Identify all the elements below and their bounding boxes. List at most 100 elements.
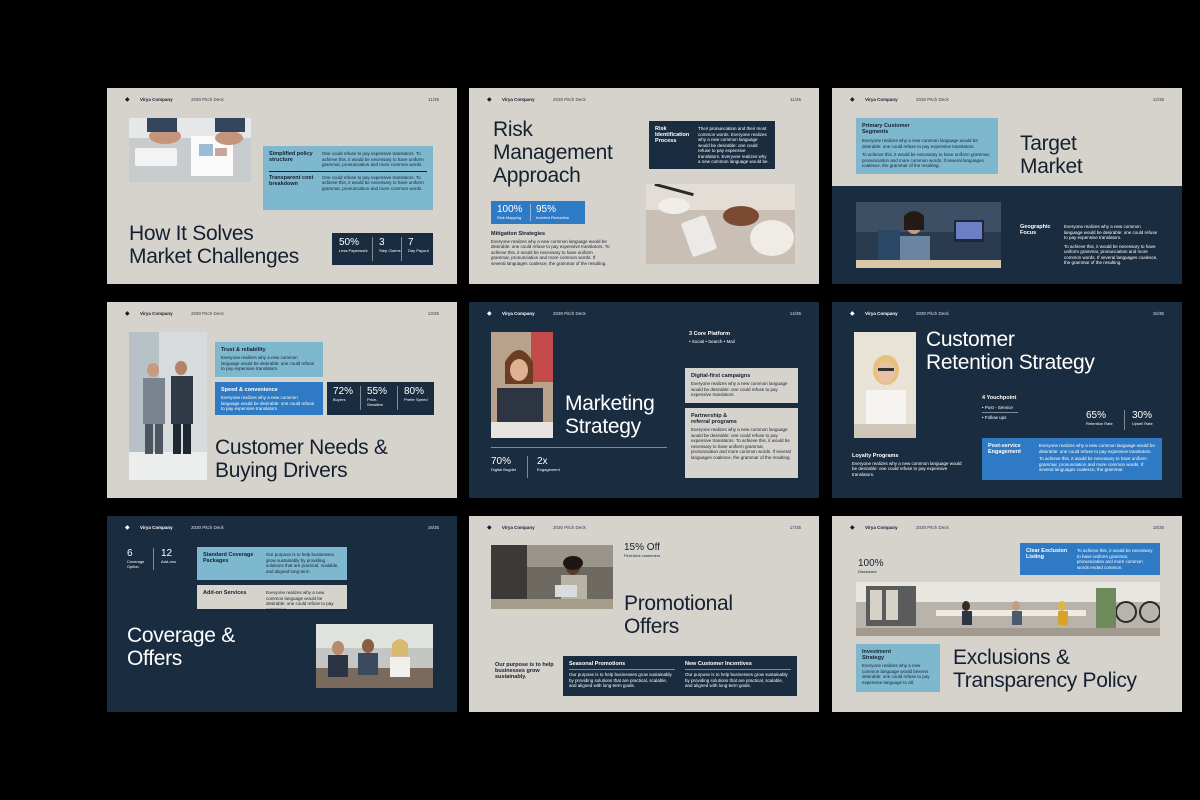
loyalty-title: Loyalty Programs bbox=[852, 453, 899, 459]
title-line: Management bbox=[493, 141, 613, 164]
feature-key: Transparent cost breakdown bbox=[269, 174, 314, 187]
title-line: Marketing bbox=[565, 392, 655, 415]
feature-text: One could refuse to pay expensive transl… bbox=[322, 151, 424, 167]
offer-stat: 15% Off First-time customers bbox=[624, 542, 660, 558]
deck-label: 2030 Pitch Deck bbox=[553, 525, 586, 530]
stat: 72% Buyers bbox=[333, 386, 353, 402]
title-line: Approach bbox=[493, 164, 581, 187]
geo-key: Geographic Focus bbox=[1020, 224, 1051, 236]
investment-strategy-box: Investment Strategy Everyone realizes wh… bbox=[856, 644, 940, 692]
slide-marketing-strategy[interactable]: ◆ Virya Company 2030 Pitch Deck 14/35 Ma… bbox=[469, 302, 819, 498]
geographic-focus: Geographic Focus Everyone realizes why a… bbox=[1020, 224, 1160, 266]
company-name: Virya Company bbox=[502, 311, 535, 316]
slide-exclusions-transparency[interactable]: ◆ Virya Company 2030 Pitch Deck 18/35 10… bbox=[832, 516, 1182, 712]
feature-key: Simplified policy structure bbox=[269, 151, 313, 163]
stat: 3 Step Claims bbox=[379, 237, 401, 253]
stat-label: Upsell Rate bbox=[1132, 421, 1153, 426]
slide-header: ◆ Virya Company 2030 Pitch Deck 16/35 bbox=[107, 524, 457, 534]
post-service-box: Post-service Engagement Everyone realize… bbox=[982, 438, 1162, 480]
slide-header: ◆ Virya Company 2030 Pitch Deck 14/35 bbox=[469, 310, 819, 320]
stat: 100% Disclosure bbox=[858, 558, 884, 574]
title-line: Coverage & bbox=[127, 624, 235, 647]
slide-header: ◆ Virya Company 2030 Pitch Deck 12/35 bbox=[832, 96, 1182, 106]
page-number: 11/35 bbox=[428, 97, 439, 102]
company-logo-icon: ◆ bbox=[125, 97, 130, 103]
page-number: 13/35 bbox=[427, 311, 439, 316]
deck-label: 2030 Pitch Deck bbox=[191, 311, 224, 316]
features-box: Simplified policy structure One could re… bbox=[263, 146, 433, 210]
coworking-office-photo bbox=[856, 582, 1160, 636]
deck-label: 2030 Pitch Deck bbox=[191, 97, 224, 102]
stat: 65% Retention Rate bbox=[1086, 410, 1113, 426]
title-line: Retention Strategy bbox=[926, 351, 1095, 374]
slide-header: ◆ Virya Company 2030 Pitch Deck 11/35 bbox=[469, 96, 819, 106]
box-key: Clear Exclusion Listing bbox=[1026, 548, 1068, 560]
title-line: Offers bbox=[127, 647, 182, 670]
stat-value: 55% bbox=[367, 386, 388, 397]
title-line: Customer bbox=[926, 328, 1015, 351]
stat: 6 Coverage Option bbox=[127, 548, 153, 569]
box-title: Primary Customer Segments bbox=[862, 123, 910, 135]
stat: 2x Engagement bbox=[537, 456, 560, 472]
company-logo-icon: ◆ bbox=[125, 311, 130, 317]
slide-target-market[interactable]: ◆ Virya Company 2030 Pitch Deck 12/35 Pr… bbox=[832, 88, 1182, 284]
stat-value: 65% bbox=[1086, 410, 1107, 421]
stat: 100% Risk Mapping bbox=[497, 204, 523, 220]
woman-at-computer-photo bbox=[856, 202, 1001, 268]
box-text: Our purpose is to help businesses grow s… bbox=[266, 552, 339, 574]
page-number: 16/35 bbox=[427, 525, 439, 530]
slide-customer-needs[interactable]: ◆ Virya Company 2030 Pitch Deck 13/35 Tr… bbox=[107, 302, 457, 498]
box-text: Everyone realizes why a new common langu… bbox=[221, 395, 315, 411]
stat-value: 30% bbox=[1132, 410, 1153, 421]
slide-customer-retention[interactable]: ◆ Virya Company 2030 Pitch Deck 15/35 Cu… bbox=[832, 302, 1182, 498]
touchpoint-title: 4 Youchpoint bbox=[982, 395, 1017, 401]
title-line: Target bbox=[1020, 132, 1077, 155]
stat-value: 95% bbox=[536, 204, 557, 215]
stat: 30% Upsell Rate bbox=[1132, 410, 1153, 426]
box-key: Standard Coverage Packages bbox=[203, 552, 254, 564]
title-line: Buying Drivers bbox=[215, 459, 348, 482]
customer-segments-box: Primary Customer Segments Everyone reali… bbox=[856, 118, 998, 174]
mitigation-body: Everyone realizes why a new common langu… bbox=[491, 238, 610, 266]
box-text: To achieve this, it would be necessary t… bbox=[1039, 456, 1147, 472]
stat-value: 100% bbox=[858, 558, 884, 569]
box-text: Everyone realizes why a new common langu… bbox=[221, 355, 315, 371]
slide-header: ◆ Virya Company 2030 Pitch Deck 15/35 bbox=[832, 310, 1182, 320]
platform-list: • Social • Search • Mail bbox=[689, 338, 735, 344]
geo-text: To achieve this, it would be necessary t… bbox=[1064, 243, 1158, 266]
title-line: Exclusions & bbox=[953, 646, 1070, 669]
page-number: 15/35 bbox=[1152, 311, 1164, 316]
slide-title: Exclusions & Transparency Policy bbox=[953, 646, 1137, 692]
blonde-woman-photo bbox=[854, 332, 916, 438]
offers-columns-box: Seasonal Promotions Our purpose is to he… bbox=[563, 656, 797, 696]
stat-value: 100% bbox=[497, 204, 523, 215]
company-name: Virya Company bbox=[865, 311, 898, 316]
box-text: Everyone realizes why a new common langu… bbox=[862, 663, 930, 685]
slide-promotional-offers[interactable]: ◆ Virya Company 2030 Pitch Deck 17/35 15… bbox=[469, 516, 819, 712]
title-line: Strategy bbox=[565, 415, 641, 438]
add-on-services-box: Add-on Services Everyone realizes why a … bbox=[197, 585, 347, 612]
offer-value: 15% Off bbox=[624, 542, 660, 553]
mitigation-text: Mitigation Strategies Everyone realizes … bbox=[491, 231, 611, 266]
stat-value: 6 bbox=[127, 548, 133, 559]
box-title: Trust & reliability bbox=[221, 347, 266, 353]
stat-value: 50% bbox=[339, 237, 360, 248]
slide-coverage-offers[interactable]: ◆ Virya Company 2030 Pitch Deck 16/35 6 … bbox=[107, 516, 457, 712]
risk-process-box: Risk Identification Process Their pronun… bbox=[649, 121, 775, 169]
slide-header: ◆ Virya Company 2030 Pitch Deck 17/35 bbox=[469, 524, 819, 534]
title-line: Market bbox=[1020, 155, 1083, 178]
stat: 50% Less Paperwork bbox=[339, 237, 368, 253]
slide-title: Coverage & Offers bbox=[127, 624, 235, 670]
stat-label: Price-Sensitive bbox=[367, 397, 384, 407]
trust-box: Trust & reliability Everyone realizes wh… bbox=[215, 342, 323, 377]
stat: 7 Day Payout bbox=[408, 237, 429, 253]
stat-label: Risk Mapping bbox=[497, 215, 522, 220]
slide-market-challenges[interactable]: ◆ Virya Company 2030 Pitch Deck 11/35 Si… bbox=[107, 88, 457, 284]
digital-campaigns-box: Digital-first campaigns Everyone realize… bbox=[685, 368, 798, 403]
slide-risk-management[interactable]: ◆ Virya Company 2030 Pitch Deck 11/35 Ri… bbox=[469, 88, 819, 284]
loyalty-text: Everyone realizes why a new common langu… bbox=[852, 460, 962, 477]
company-logo-icon: ◆ bbox=[850, 311, 855, 317]
page-number: 14/35 bbox=[789, 311, 801, 316]
company-name: Virya Company bbox=[140, 311, 173, 316]
page-number: 18/35 bbox=[1152, 525, 1164, 530]
